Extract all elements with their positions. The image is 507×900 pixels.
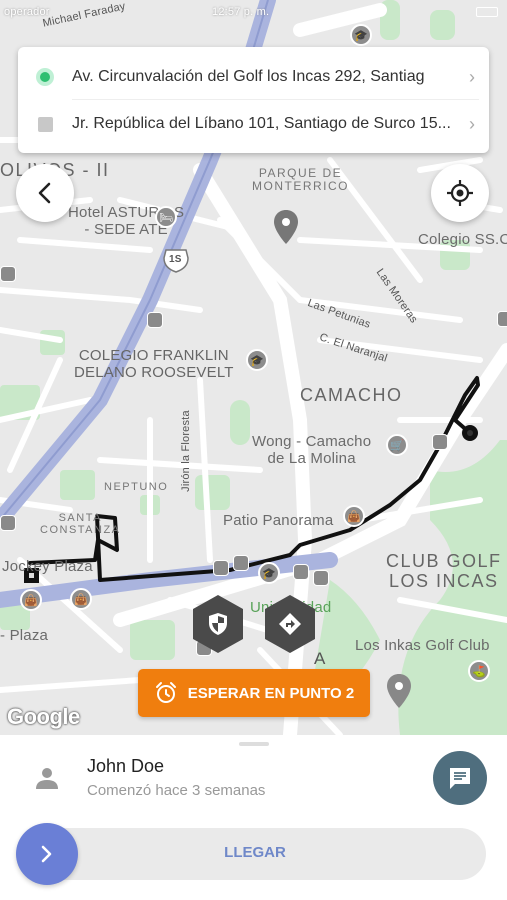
bus-stop-icon <box>213 560 229 576</box>
map-label-district: NEPTUNO <box>104 481 169 493</box>
hotel-icon: 🛏 <box>155 206 177 228</box>
passenger-since: Comenzó hace 3 semanas <box>87 782 266 799</box>
route-shield-label: 1S <box>169 254 182 265</box>
destination-address: Jr. República del Líbano 101, Santiago d… <box>72 115 451 132</box>
back-arrow-icon <box>38 182 51 204</box>
map-pin-icon[interactable] <box>274 210 298 244</box>
alarm-clock-icon <box>154 681 178 705</box>
map-label-golf-club: Los Inkas Golf Club <box>355 637 490 654</box>
school-icon: 🎓 <box>258 562 280 584</box>
shopping-bag-icon: 👜 <box>20 589 42 611</box>
bus-stop-icon <box>293 564 309 580</box>
wait-button-label: ESPERAR EN PUNTO 2 <box>187 684 355 702</box>
directions-button[interactable] <box>263 594 317 654</box>
chevron-right-icon <box>41 845 52 863</box>
chat-button[interactable] <box>433 751 487 805</box>
school-icon: 🎓 <box>350 24 372 46</box>
map-label-school: COLEGIO FRANKLIN DELANO ROOSEVELT <box>74 347 234 381</box>
my-location-button[interactable] <box>431 164 489 222</box>
battery-icon <box>476 7 498 17</box>
destination-row[interactable]: Jr. República del Líbano 101, Santiago d… <box>18 100 489 148</box>
safety-button[interactable] <box>191 594 245 654</box>
status-time: 12:57 p. m. <box>212 6 270 18</box>
origin-row[interactable]: Av. Circunvalación del Golf los Incas 29… <box>18 53 489 101</box>
chat-icon <box>450 768 470 789</box>
directions-icon <box>279 613 301 635</box>
map-label-store: Wong - Camacho de La Molina <box>252 433 372 467</box>
origin-dot-icon <box>36 68 54 86</box>
map-view[interactable]: Michael Faraday OLIVOS - II Hotel ASTURI… <box>0 0 507 735</box>
map-pin-icon[interactable] <box>387 674 411 708</box>
map-label-mall: Jockey Plaza <box>2 558 93 575</box>
bus-stop-icon <box>432 434 448 450</box>
shopping-cart-icon: 🛒 <box>386 434 408 456</box>
map-label-district: SANTA CONSTANZA <box>40 512 121 537</box>
destination-square-icon <box>37 116 53 132</box>
person-icon <box>36 768 58 789</box>
bus-stop-icon <box>0 266 16 282</box>
back-button[interactable] <box>16 164 74 222</box>
shopping-bag-icon: 👜 <box>343 505 365 527</box>
golf-icon: ⛳ <box>468 660 490 682</box>
arrive-slider-track[interactable]: LLEGAR <box>24 828 486 880</box>
map-label-plaza: - Plaza <box>0 627 49 644</box>
arrive-slider-knob[interactable] <box>16 823 78 885</box>
map-label-colegio-ss: Colegio SS.C <box>418 231 507 248</box>
arrive-label: LLEGAR <box>224 844 286 861</box>
bottom-sheet: John Doe Comenzó hace 3 semanas LLEGAR <box>0 735 507 900</box>
shield-icon <box>209 613 227 635</box>
chevron-right-icon: › <box>469 66 475 87</box>
origin-address: Av. Circunvalación del Golf los Incas 29… <box>72 68 425 85</box>
bus-stop-icon <box>147 312 163 328</box>
crosshair-icon <box>447 180 473 206</box>
chevron-right-icon: › <box>469 113 475 134</box>
bus-stop-icon <box>313 570 329 586</box>
status-carrier: operador <box>4 6 50 18</box>
map-label-street: Jirón la Floresta <box>179 410 192 492</box>
school-icon: 🎓 <box>246 349 268 371</box>
wait-at-point-button[interactable]: ESPERAR EN PUNTO 2 <box>138 669 370 717</box>
bus-stop-icon <box>0 515 16 531</box>
passenger-name: John Doe <box>87 756 165 776</box>
map-label-park: PARQUE DE MONTERRICO <box>252 166 349 194</box>
address-card: Av. Circunvalación del Golf los Incas 29… <box>18 47 489 153</box>
map-label-district: CLUB GOLF LOS INCAS <box>386 551 502 591</box>
google-logo: Google <box>7 704 80 729</box>
bus-stop-icon <box>497 311 507 327</box>
map-label-mall: Patio Panorama <box>223 512 334 529</box>
drag-handle[interactable] <box>239 742 269 746</box>
shopping-bag-icon: 👜 <box>70 588 92 610</box>
map-label-district: CAMACHO <box>300 385 403 405</box>
bus-stop-icon <box>233 555 249 571</box>
